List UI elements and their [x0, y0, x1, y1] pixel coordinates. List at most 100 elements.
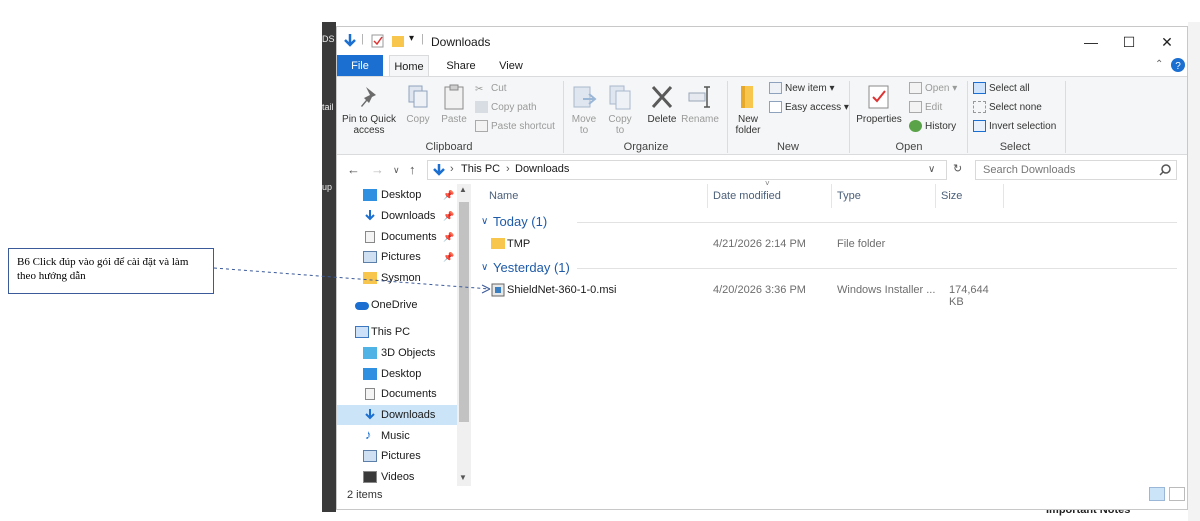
- copy-path-label: Copy path: [491, 102, 537, 113]
- new-item-button[interactable]: New item ▾: [769, 81, 835, 97]
- delete-label: Delete: [647, 114, 677, 125]
- desktop-icon: [363, 189, 377, 201]
- scroll-up-icon[interactable]: ▲: [459, 185, 467, 194]
- tab-file[interactable]: File: [337, 55, 383, 77]
- move-to-button[interactable]: Move to: [569, 83, 599, 136]
- move-to-icon: [573, 86, 597, 108]
- recent-locations-icon[interactable]: ∨: [393, 165, 400, 176]
- column-header-size[interactable]: Size: [941, 190, 962, 202]
- back-arrow-icon[interactable]: ←: [347, 162, 360, 177]
- invert-selection-button[interactable]: Invert selection: [973, 119, 1056, 135]
- cut-button[interactable]: ✂ Cut: [475, 81, 507, 97]
- desktop-icon: [363, 368, 377, 380]
- group-collapse-icon[interactable]: ∨: [481, 262, 488, 273]
- column-header-name[interactable]: Name: [489, 190, 518, 202]
- column-header-type[interactable]: Type: [837, 190, 861, 202]
- title-bar: | ▾ | Downloads — ☐ ✕: [337, 27, 1187, 55]
- breadcrumb-downloads[interactable]: Downloads: [515, 163, 569, 175]
- select-none-icon: [973, 101, 986, 114]
- minimize-button[interactable]: —: [1073, 31, 1109, 53]
- new-folder-label: New folder: [735, 114, 761, 136]
- nav-item-this-pc[interactable]: This PC: [337, 322, 457, 342]
- maximize-button[interactable]: ☐: [1111, 31, 1147, 53]
- search-placeholder: Search Downloads: [983, 164, 1076, 176]
- nav-item-documents-pc[interactable]: Documents: [337, 384, 457, 404]
- copy-to-label: Copy to: [608, 114, 632, 136]
- paste-button[interactable]: Paste: [437, 83, 471, 125]
- address-bar[interactable]: › › ∨: [427, 160, 947, 180]
- tab-view[interactable]: View: [491, 55, 531, 77]
- file-name: TMP: [507, 238, 531, 250]
- history-button[interactable]: History: [909, 119, 956, 135]
- breadcrumb-separator-icon: ›: [506, 163, 510, 175]
- open-button[interactable]: Open ▾: [909, 81, 957, 97]
- collapse-ribbon-icon[interactable]: ⌃: [1155, 59, 1163, 70]
- paste-shortcut-button[interactable]: Paste shortcut: [475, 119, 555, 135]
- file-row-shieldnet-msi[interactable]: ShieldNet-360-1-0.msi 4/20/2026 3:36 PM …: [477, 279, 997, 308]
- copy-to-button[interactable]: Copy to: [605, 83, 635, 136]
- nav-item-documents[interactable]: Documents 📌: [337, 227, 457, 247]
- group-header-yesterday[interactable]: Yesterday (1): [493, 260, 570, 275]
- downloads-icon: [365, 210, 375, 221]
- address-dropdown-icon[interactable]: ∨: [928, 164, 935, 175]
- group-header-today[interactable]: Today (1): [493, 214, 547, 229]
- explorer-window: | ▾ | Downloads — ☐ ✕ File Home Share Vi…: [336, 26, 1188, 510]
- ribbon-divider: [563, 81, 564, 153]
- qa-dropdown-icon[interactable]: ▾: [409, 33, 414, 44]
- ribbon-divider: [967, 81, 968, 153]
- history-icon: [909, 120, 922, 133]
- details-view-button[interactable]: [1149, 487, 1165, 501]
- nav-label: Downloads: [381, 210, 436, 222]
- select-all-button[interactable]: Select all: [973, 81, 1030, 97]
- pin-icon: 📌: [443, 232, 455, 242]
- nav-item-3d-objects[interactable]: 3D Objects: [337, 343, 457, 363]
- 3d-objects-icon: [363, 347, 377, 359]
- delete-button[interactable]: Delete: [645, 83, 679, 125]
- tab-home[interactable]: Home: [389, 55, 429, 77]
- close-button[interactable]: ✕: [1149, 31, 1185, 53]
- file-row-tmp[interactable]: TMP 4/21/2026 2:14 PM File folder: [477, 233, 997, 255]
- pin-icon: [361, 87, 376, 107]
- help-icon[interactable]: ?: [1171, 58, 1185, 72]
- nav-item-pictures-pc[interactable]: Pictures: [337, 446, 457, 466]
- search-icon[interactable]: [1159, 164, 1171, 176]
- breadcrumb-this-pc[interactable]: This PC: [461, 163, 500, 175]
- nav-item-music[interactable]: ♪ Music: [337, 426, 457, 446]
- nav-scrollbar-thumb[interactable]: [459, 202, 469, 422]
- pictures-icon: [363, 450, 377, 462]
- group-collapse-icon[interactable]: ∨: [481, 216, 488, 227]
- file-type: File folder: [837, 238, 886, 250]
- window-title: Downloads: [431, 35, 491, 49]
- background-window-strip: DS tail up: [322, 22, 336, 512]
- copy-path-button[interactable]: Copy path: [475, 100, 537, 116]
- nav-label: Downloads: [381, 409, 436, 421]
- easy-access-button[interactable]: Easy access ▾: [769, 100, 849, 116]
- select-all-label: Select all: [989, 83, 1030, 94]
- large-icons-view-button[interactable]: [1169, 487, 1185, 501]
- pin-quick-access-button[interactable]: Pin to Quick access: [341, 83, 397, 136]
- rename-button[interactable]: Rename: [681, 83, 719, 125]
- up-arrow-icon[interactable]: ↑: [409, 162, 416, 177]
- breadcrumb-separator-icon: ›: [450, 163, 454, 175]
- copy-button[interactable]: Copy: [401, 83, 435, 125]
- new-folder-qa-icon[interactable]: [391, 33, 405, 49]
- nav-item-videos[interactable]: Videos: [337, 467, 457, 487]
- nav-item-pictures[interactable]: Pictures 📌: [337, 247, 457, 267]
- select-none-button[interactable]: Select none: [973, 100, 1042, 116]
- forward-arrow-icon[interactable]: →: [371, 162, 384, 177]
- nav-item-sysmon[interactable]: Sysmon: [337, 268, 457, 288]
- invert-selection-icon: [973, 120, 986, 133]
- nav-item-downloads-pc[interactable]: Downloads: [337, 405, 457, 425]
- nav-item-desktop-pc[interactable]: Desktop: [337, 364, 457, 384]
- new-folder-button[interactable]: New folder: [731, 83, 765, 136]
- tab-share[interactable]: Share: [441, 55, 481, 77]
- properties-qa-icon[interactable]: [371, 33, 385, 49]
- refresh-icon[interactable]: ↻: [953, 162, 962, 175]
- nav-item-onedrive[interactable]: OneDrive: [337, 295, 457, 315]
- nav-item-desktop[interactable]: Desktop 📌: [337, 185, 457, 205]
- edit-button[interactable]: Edit: [909, 100, 942, 116]
- column-header-date-modified[interactable]: Date modified: [713, 190, 781, 202]
- scroll-down-icon[interactable]: ▼: [459, 473, 467, 482]
- properties-button[interactable]: Properties: [853, 83, 905, 125]
- nav-item-downloads[interactable]: Downloads 📌: [337, 206, 457, 226]
